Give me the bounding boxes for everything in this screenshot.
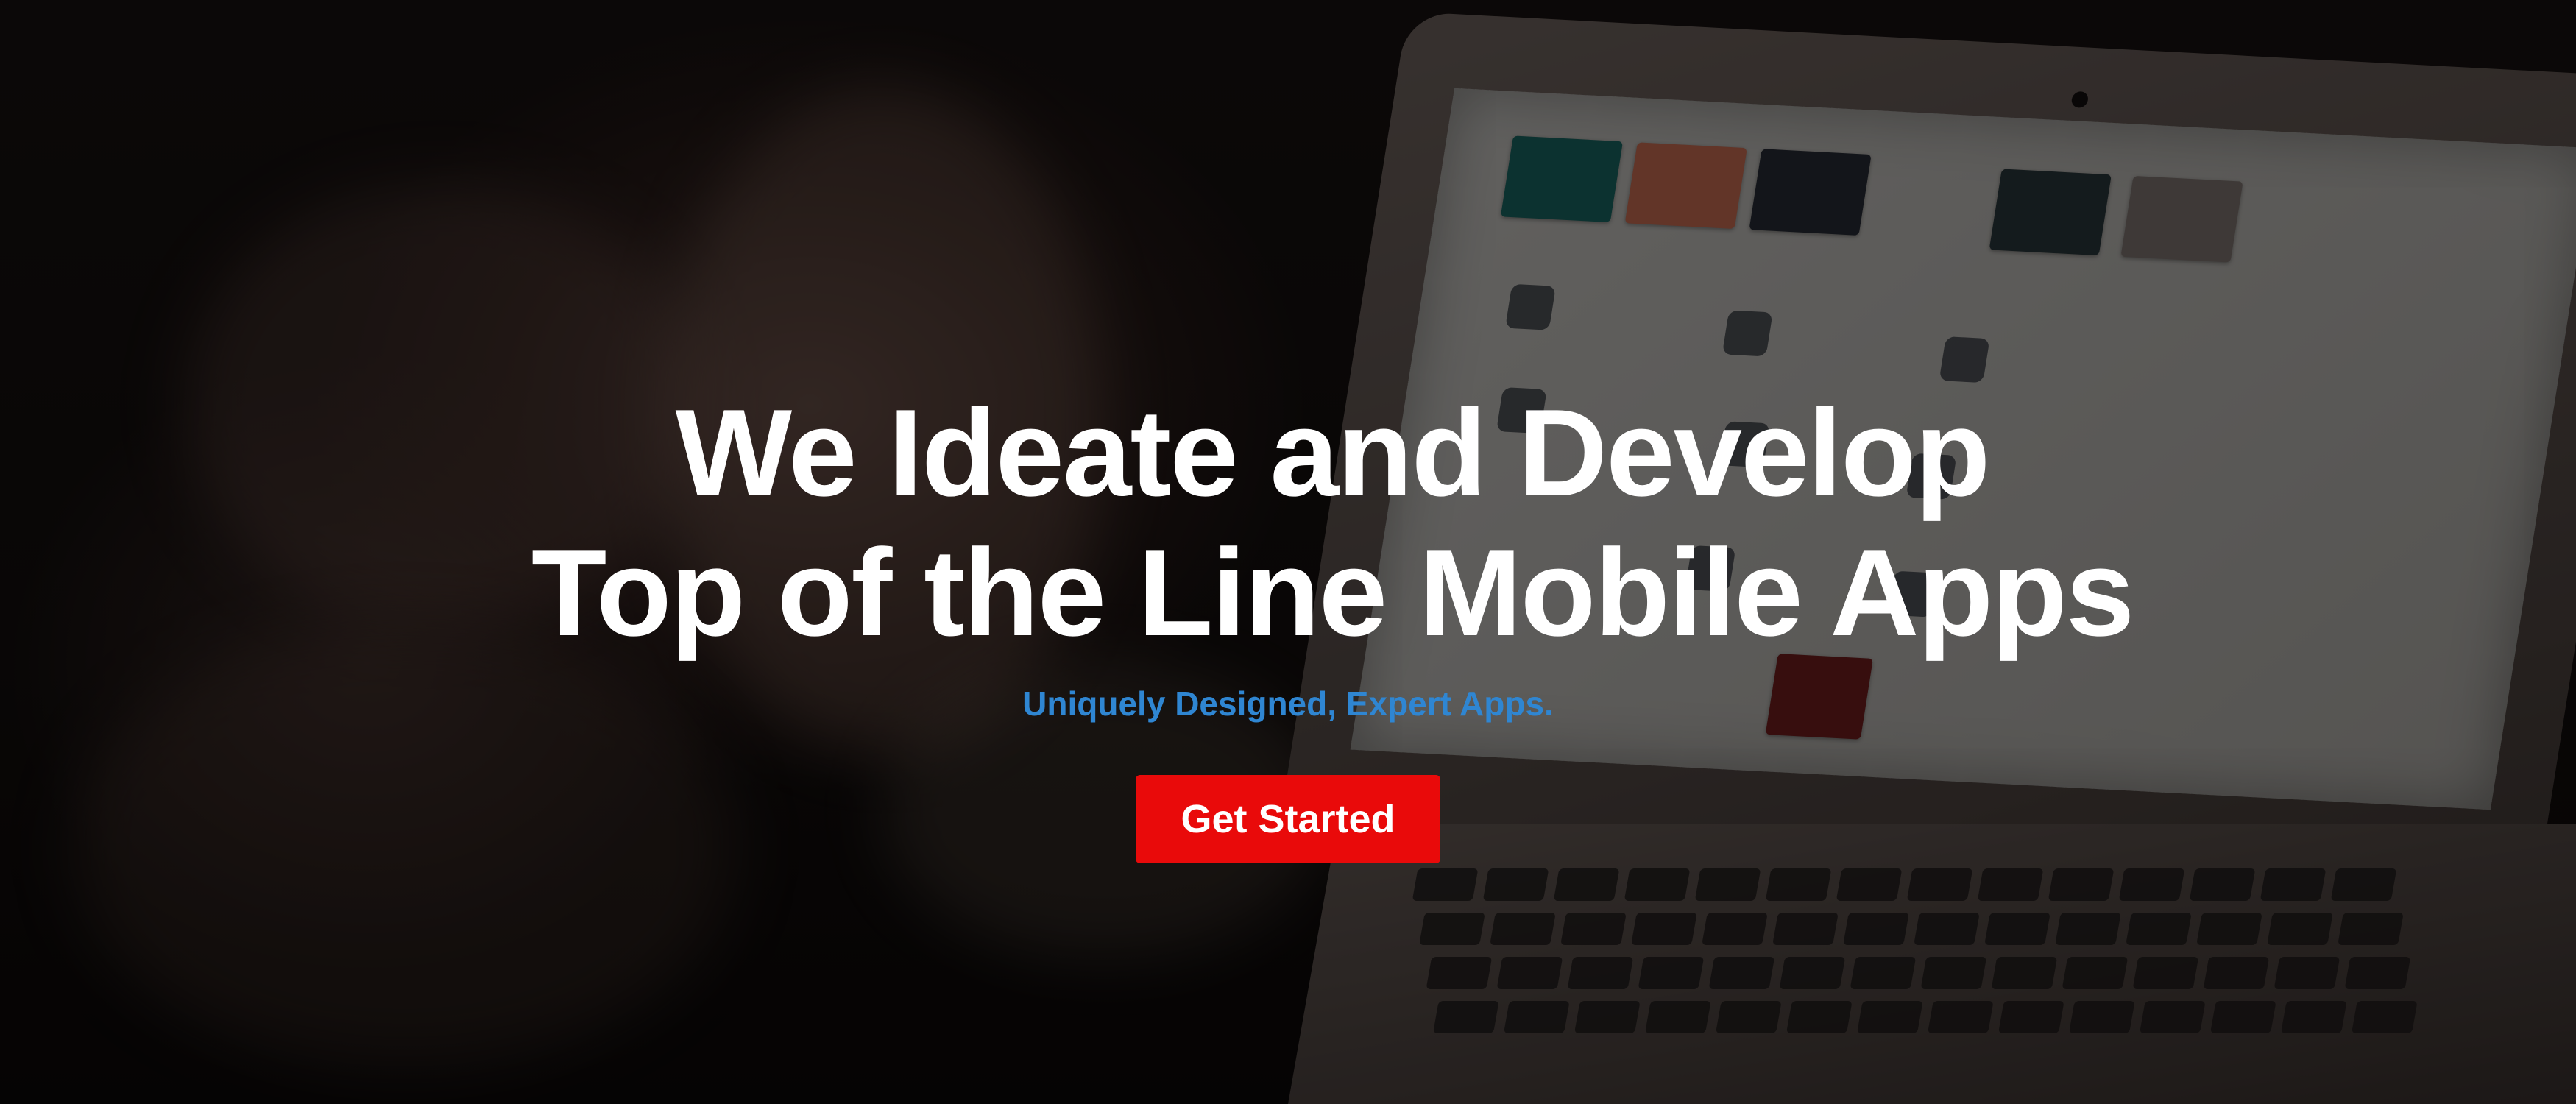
hero-section: We Ideate and Develop Top of the Line Mo… bbox=[0, 0, 2576, 1104]
hero-content: We Ideate and Develop Top of the Line Mo… bbox=[0, 0, 2576, 1104]
hero-subtitle: Uniquely Designed, Expert Apps. bbox=[1022, 684, 1554, 723]
get-started-button[interactable]: Get Started bbox=[1136, 775, 1440, 863]
hero-headline: We Ideate and Develop Top of the Line Mo… bbox=[0, 383, 2576, 662]
hero-headline-line-1: We Ideate and Develop bbox=[675, 383, 1991, 522]
hero-headline-line-2: Top of the Line Mobile Apps bbox=[531, 523, 2134, 662]
